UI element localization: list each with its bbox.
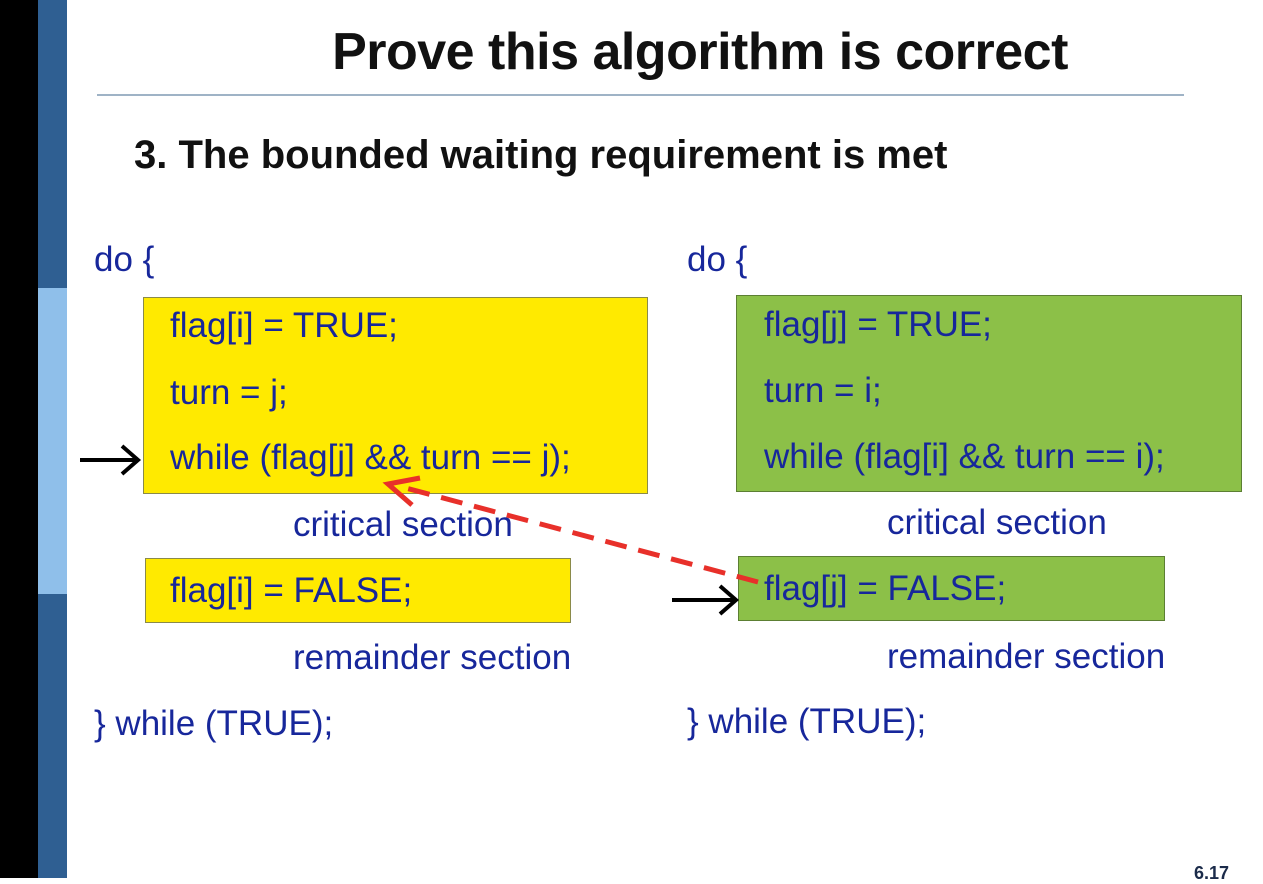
dependency-arrow-icon	[382, 475, 759, 585]
page-number: 6.17	[1193, 863, 1229, 883]
